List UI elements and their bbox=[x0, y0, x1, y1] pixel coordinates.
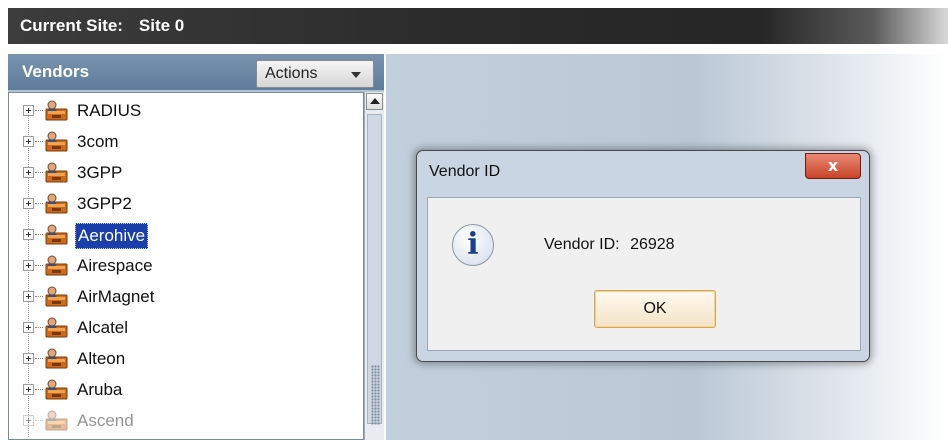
vendor-tree-item[interactable]: 3com bbox=[9, 126, 359, 158]
tree-connector bbox=[35, 172, 43, 173]
vendor-id-label: Vendor ID: bbox=[544, 236, 620, 253]
vendor-tree[interactable]: RADIUS 3com 3GPP 3GPP2 Aerohive Airespace AirM… bbox=[8, 92, 364, 440]
vendor-icon bbox=[43, 347, 69, 371]
actions-menu-button[interactable]: Actions bbox=[256, 60, 374, 88]
current-site-value: Site 0 bbox=[138, 16, 185, 35]
tree-connector bbox=[35, 110, 43, 111]
dialog-body: i Vendor ID: 26928 OK bbox=[427, 197, 861, 351]
vendor-tree-item[interactable]: Aerohive bbox=[9, 219, 359, 251]
vendor-item-label: 3GPP bbox=[77, 163, 123, 182]
vendor-item-label: 3com bbox=[77, 132, 119, 151]
vendor-tree-item[interactable]: 3GPP2 bbox=[9, 188, 359, 220]
tree-connector bbox=[35, 327, 43, 328]
current-site-label: Current Site: bbox=[20, 16, 123, 35]
vendor-icon bbox=[43, 378, 69, 402]
vendor-icon bbox=[43, 316, 69, 340]
vendor-tree-scrollbar[interactable] bbox=[364, 92, 384, 440]
vendor-item-label: Ascend bbox=[77, 411, 134, 430]
vendor-icon bbox=[43, 99, 69, 123]
current-site-bar: Current Site: Site 0 bbox=[8, 8, 948, 44]
vendor-id-dialog: Vendor ID x i Vendor ID: 26928 OK bbox=[416, 150, 870, 362]
chevron-down-icon bbox=[351, 72, 361, 78]
expand-icon[interactable] bbox=[23, 167, 34, 178]
tree-connector bbox=[35, 358, 43, 359]
scrollbar-grip bbox=[371, 365, 380, 425]
expand-icon[interactable] bbox=[23, 229, 34, 240]
vendor-icon bbox=[43, 130, 69, 154]
vendor-tree-item[interactable]: Alteon bbox=[9, 343, 359, 375]
expand-icon[interactable] bbox=[23, 415, 34, 426]
info-icon: i bbox=[452, 224, 494, 266]
vendor-icon bbox=[43, 161, 69, 185]
expand-icon[interactable] bbox=[23, 322, 34, 333]
vendor-item-label: Alteon bbox=[77, 349, 126, 368]
tree-connector bbox=[35, 234, 43, 235]
tree-connector bbox=[35, 420, 43, 421]
expand-icon[interactable] bbox=[23, 260, 34, 271]
vendor-tree-item[interactable]: Alcatel bbox=[9, 312, 359, 344]
expand-icon[interactable] bbox=[23, 384, 34, 395]
vendor-icon bbox=[43, 254, 69, 278]
tree-connector bbox=[35, 389, 43, 390]
vendors-panel: Vendors Actions RADIUS 3com 3GPP 3GPP2 Aeroh… bbox=[8, 54, 384, 440]
vendor-item-label: Airespace bbox=[77, 256, 153, 275]
tree-connector bbox=[35, 296, 43, 297]
vendor-tree-item[interactable]: 3GPP bbox=[9, 157, 359, 189]
vendor-item-label: Alcatel bbox=[77, 318, 129, 337]
expand-icon[interactable] bbox=[23, 353, 34, 364]
vendor-item-label: 3GPP2 bbox=[77, 194, 132, 213]
actions-label: Actions bbox=[265, 65, 318, 82]
vendor-item-label: Aerohive bbox=[75, 223, 149, 249]
expand-icon[interactable] bbox=[23, 105, 34, 116]
scroll-up-icon[interactable] bbox=[366, 93, 383, 110]
vendor-tree-item[interactable]: RADIUS bbox=[9, 95, 359, 127]
vendor-icon bbox=[43, 285, 69, 309]
vendors-title: Vendors bbox=[22, 62, 90, 81]
vendor-item-label: RADIUS bbox=[77, 101, 142, 120]
vendor-tree-item[interactable]: Airespace bbox=[9, 250, 359, 282]
expand-icon[interactable] bbox=[23, 136, 34, 147]
vendor-item-label: AirMagnet bbox=[77, 287, 155, 306]
expand-icon[interactable] bbox=[23, 291, 34, 302]
vendor-tree-item[interactable]: Aruba bbox=[9, 374, 359, 406]
vendor-icon bbox=[43, 409, 69, 433]
tree-connector bbox=[35, 265, 43, 266]
dialog-title: Vendor ID bbox=[429, 163, 501, 180]
tree-connector bbox=[35, 203, 43, 204]
vendor-icon bbox=[43, 223, 69, 247]
vendor-id-message: Vendor ID: 26928 bbox=[544, 236, 675, 254]
vendor-tree-item[interactable]: AirMagnet bbox=[9, 281, 359, 313]
vendor-tree-item[interactable]: Ascend bbox=[9, 405, 359, 437]
expand-icon[interactable] bbox=[23, 198, 34, 209]
close-icon[interactable]: x bbox=[805, 153, 861, 179]
scrollbar-thumb[interactable] bbox=[367, 114, 382, 425]
vendor-id-value: 26928 bbox=[630, 236, 675, 253]
ok-button[interactable]: OK bbox=[594, 290, 716, 328]
vendor-item-label: Aruba bbox=[77, 380, 123, 399]
vendor-icon bbox=[43, 192, 69, 216]
tree-connector bbox=[35, 141, 43, 142]
